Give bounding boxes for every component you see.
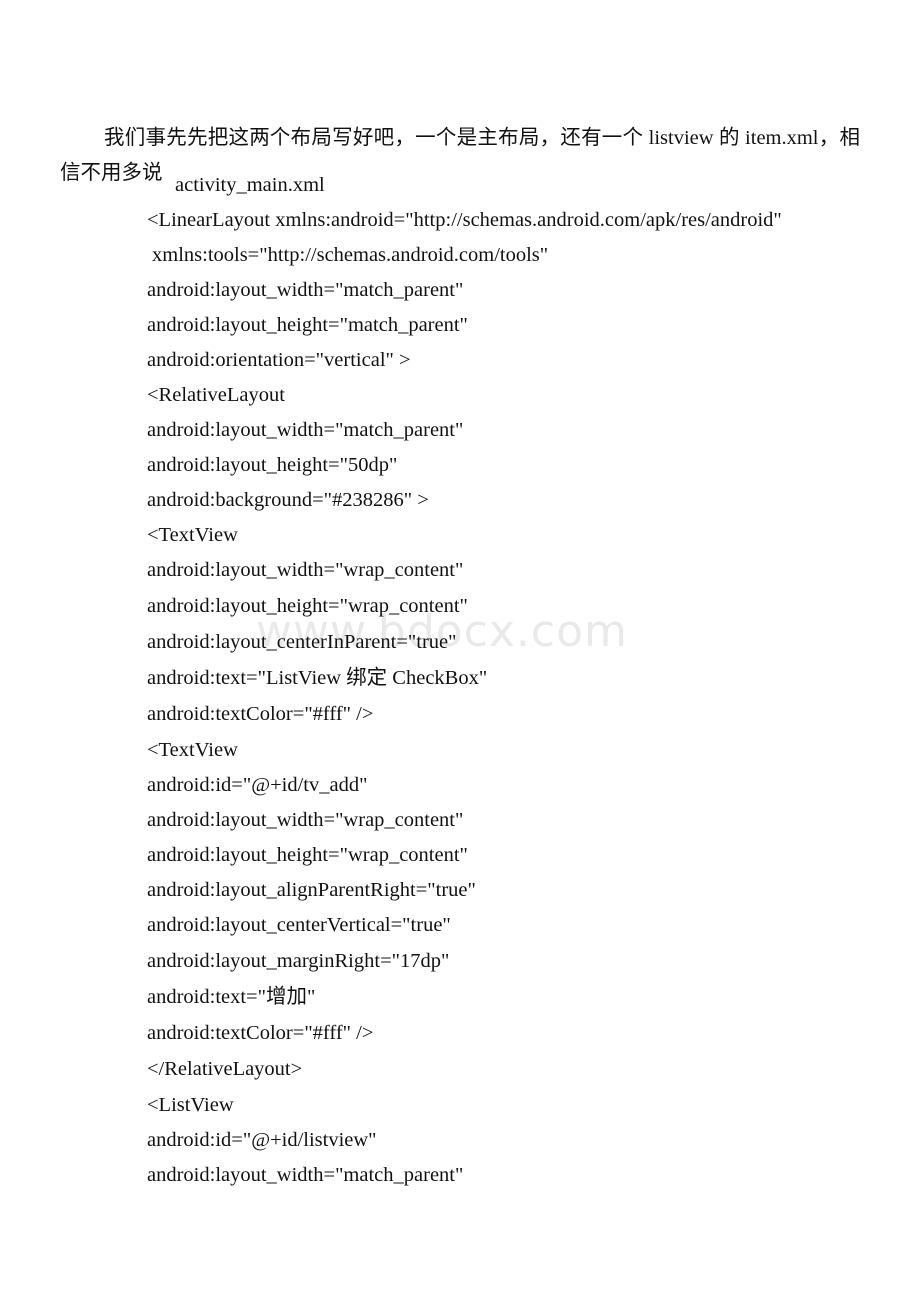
code-line: android:text="ListView 绑定 CheckBox" [147,667,488,689]
code-line: android:background="#238286" > [147,489,429,511]
code-line: <LinearLayout xmlns:android="http://sche… [147,209,782,231]
code-line: android:layout_width="match_parent" [147,279,464,301]
code-line: android:layout_height="match_parent" [147,314,468,336]
code-line: android:layout_height="wrap_content" [147,595,468,617]
document-page: www.bdocx.com 我们事先先把这两个布局写好吧，一个是主布局，还有一个… [0,0,920,1302]
code-line: android:id="@+id/tv_add" [147,774,368,796]
code-line: xmlns:tools="http://schemas.android.com/… [152,244,549,266]
code-line: <TextView [147,739,238,761]
code-line: android:textColor="#fff" /> [147,1022,374,1044]
code-line: android:layout_height="50dp" [147,454,398,476]
code-line: android:orientation="vertical" > [147,349,411,371]
code-line: <TextView [147,524,238,546]
code-line: <RelativeLayout [147,384,285,406]
code-line: android:layout_height="wrap_content" [147,844,468,866]
code-line: android:layout_centerInParent="true" [147,631,457,653]
code-line: android:layout_marginRight="17dp" [147,950,450,972]
code-line: android:layout_width="match_parent" [147,419,464,441]
code-line: <ListView [147,1094,234,1116]
code-line: android:layout_width="match_parent" [147,1164,464,1186]
code-line: android:textColor="#fff" /> [147,703,374,725]
file-label: activity_main.xml [175,174,325,196]
code-line: android:layout_width="wrap_content" [147,809,464,831]
code-line: </RelativeLayout> [147,1058,303,1080]
code-line: android:layout_centerVertical="true" [147,914,451,936]
code-line: android:text="增加" [147,986,316,1008]
code-line: android:layout_width="wrap_content" [147,559,464,581]
code-line: android:id="@+id/listview" [147,1129,377,1151]
code-line: android:layout_alignParentRight="true" [147,879,476,901]
